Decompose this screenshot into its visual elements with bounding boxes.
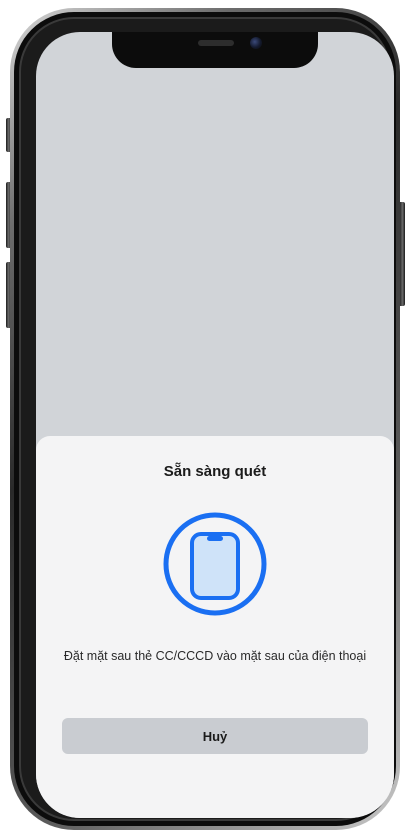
speaker-grille — [198, 40, 234, 46]
sheet-title: Sẵn sàng quét — [163, 463, 267, 480]
notch — [112, 32, 318, 68]
power-button — [400, 202, 405, 306]
phone-screen: Sẵn sàng quét Đặt mặt sau thẻ CC/CCCD và… — [36, 32, 394, 818]
device-mockup: Sẵn sàng quét Đặt mặt sau thẻ CC/CCCD và… — [0, 0, 410, 836]
scan-sheet: Sẵn sàng quét Đặt mặt sau thẻ CC/CCCD và… — [36, 436, 394, 818]
cancel-button[interactable]: Huỷ — [62, 718, 368, 754]
phone-scan-icon — [163, 512, 267, 616]
phone-frame: Sẵn sàng quét Đặt mặt sau thẻ CC/CCCD và… — [10, 8, 400, 830]
front-camera — [250, 37, 262, 49]
sheet-message: Đặt mặt sau thẻ CC/CCCD vào mặt sau của … — [63, 649, 367, 663]
